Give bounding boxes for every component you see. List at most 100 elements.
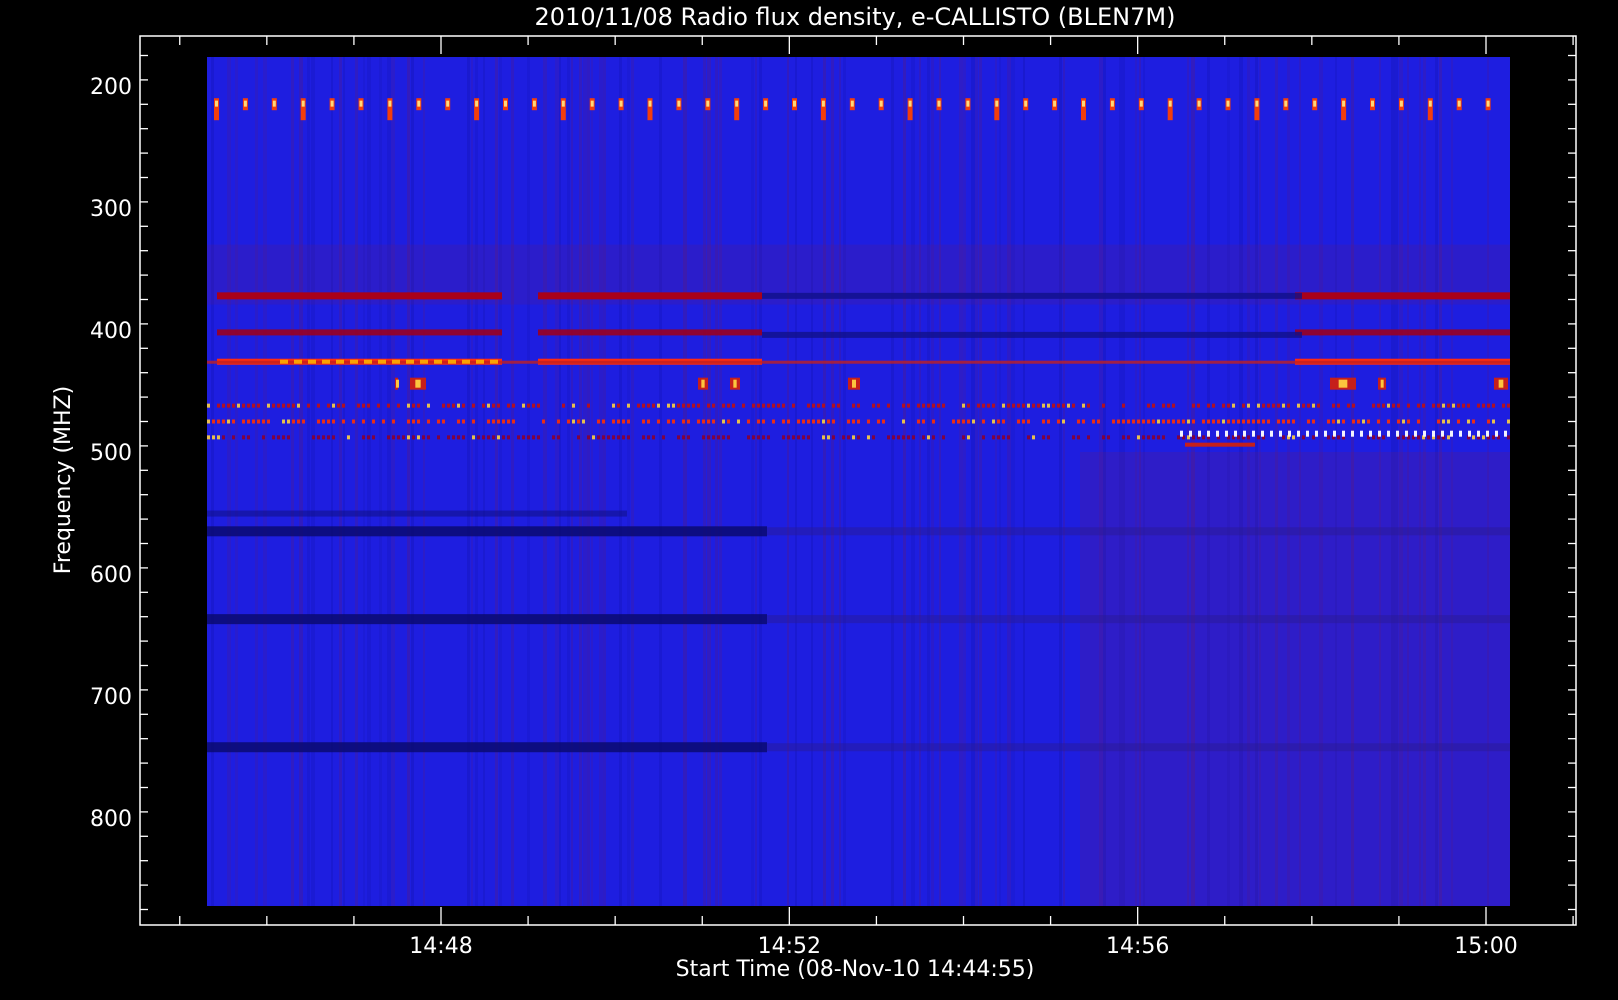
emission-dash: [1417, 435, 1420, 440]
emission-dash: [672, 403, 675, 408]
emission-dash: [1282, 435, 1285, 440]
emission-dash: [677, 435, 680, 440]
emission-dash: [1402, 419, 1405, 424]
periodic-burst-core: [388, 100, 392, 107]
emission-dash: [1422, 403, 1425, 408]
emission-dash: [1297, 430, 1300, 437]
emission-dash: [222, 419, 225, 424]
emission-dash: [232, 435, 235, 440]
periodic-burst-core: [1313, 100, 1317, 107]
emission-dash: [242, 435, 245, 440]
noise-streak: [843, 57, 846, 906]
emission-dash: [1302, 403, 1305, 408]
emission-dash: [1382, 435, 1385, 440]
emission-dash: [1027, 403, 1030, 408]
emission-dash: [1122, 419, 1125, 424]
noise-streak: [263, 57, 267, 906]
emission-dash: [367, 435, 370, 440]
noise-streak: [759, 57, 762, 906]
emission-dash: [652, 403, 655, 408]
emission-dash: [502, 435, 505, 440]
emission-dash: [1187, 419, 1190, 424]
band-highlight: [364, 359, 372, 364]
noise-streak: [583, 57, 587, 906]
emission-dash: [1227, 419, 1230, 424]
emission-dash: [1162, 435, 1165, 440]
chart-title: 2010/11/08 Radio flux density, e-CALLIST…: [535, 3, 1176, 31]
emission-dash: [1407, 403, 1410, 408]
emission-dash: [427, 435, 430, 440]
emission-dash: [477, 435, 480, 440]
emission-dash: [1332, 419, 1335, 424]
noise-streak: [559, 57, 561, 906]
emission-dash: [1122, 403, 1125, 408]
emission-dash: [1477, 403, 1480, 408]
periodic-burst-core: [619, 100, 623, 107]
emission-dash: [1047, 435, 1050, 440]
emission-dash: [1127, 435, 1130, 440]
emission-dash: [327, 419, 330, 424]
emission-dash: [417, 403, 420, 408]
emission-dash: [1407, 419, 1410, 424]
emission-dash: [427, 419, 430, 424]
noise-streak: [363, 57, 365, 906]
emission-dash: [902, 419, 905, 424]
band-highlight: [336, 359, 344, 364]
emission-dash: [1315, 430, 1318, 437]
noise-streak: [703, 57, 706, 906]
periodic-burst-core: [1197, 100, 1201, 107]
periodic-burst-core: [1342, 100, 1346, 107]
emission-dash: [637, 403, 640, 408]
periodic-burst-core: [359, 100, 363, 107]
emission-dash: [1347, 403, 1350, 408]
emission-dash: [1327, 419, 1330, 424]
emission-dash: [972, 419, 975, 424]
emission-dash: [1372, 403, 1375, 408]
emission-dash: [1307, 403, 1310, 408]
emission-dash: [497, 419, 500, 424]
emission-dash: [1417, 419, 1420, 424]
emission-dash: [757, 403, 760, 408]
burst-core: [1338, 379, 1348, 388]
emission-dash: [252, 419, 255, 424]
emission-dash: [982, 435, 985, 440]
emission-dash: [622, 435, 625, 440]
emission-dash: [537, 403, 540, 408]
emission-dash: [1202, 419, 1205, 424]
y-tick-label: 200: [90, 75, 132, 100]
emission-dash: [1378, 430, 1381, 437]
emission-dash: [1468, 430, 1471, 437]
emission-dash: [522, 403, 525, 408]
band-highlight: [280, 359, 288, 364]
noise-streak: [927, 57, 930, 906]
noise-streak: [331, 57, 333, 906]
emission-dash: [1369, 430, 1372, 437]
emission-dash: [217, 435, 220, 440]
emission-dash: [832, 419, 835, 424]
noise-streak: [343, 57, 345, 906]
periodic-burst-core: [937, 100, 941, 107]
emission-dash: [237, 403, 240, 408]
spectrogram-plot-area: [207, 57, 1510, 906]
emission-dash: [462, 435, 465, 440]
emission-dash: [1270, 430, 1273, 437]
emission-dash: [257, 403, 260, 408]
emission-dash: [652, 435, 655, 440]
emission-dash: [1157, 435, 1160, 440]
emission-dash: [362, 403, 365, 408]
emission-dash: [382, 419, 385, 424]
noise-streak: [971, 57, 975, 906]
burst-core: [415, 379, 421, 388]
emission-dash: [962, 435, 965, 440]
y-tick-label: 800: [90, 807, 132, 832]
emission-dash: [607, 435, 610, 440]
noise-streak: [911, 57, 915, 906]
emission-dash: [777, 403, 780, 408]
emission-dash: [287, 403, 290, 408]
emission-dash: [1297, 403, 1300, 408]
emission-dash: [657, 419, 660, 424]
emission-dash: [562, 403, 565, 408]
emission-dash: [887, 435, 890, 440]
emission-dash: [1267, 419, 1270, 424]
emission-dash: [442, 419, 445, 424]
